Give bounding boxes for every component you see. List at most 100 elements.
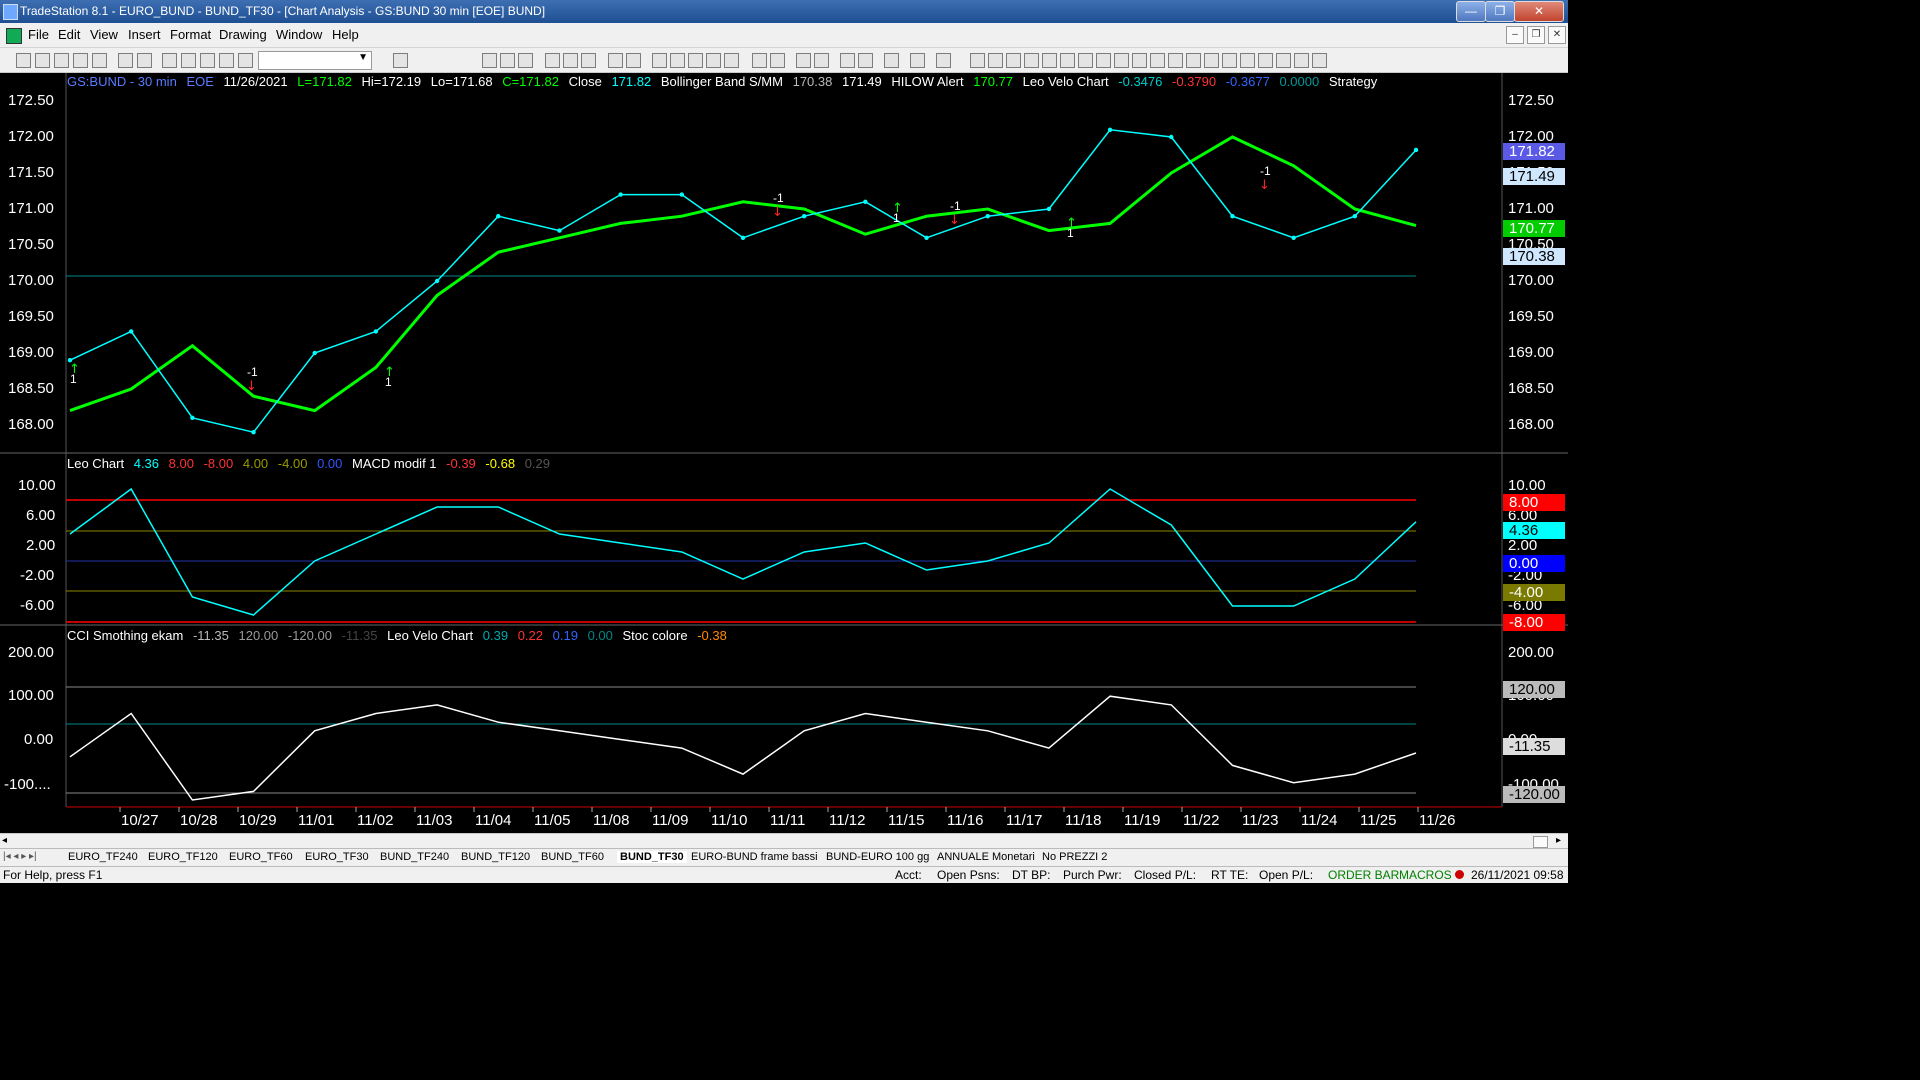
tab-nav-icons[interactable]: |◂ ◂ ▸ ▸| — [3, 851, 37, 862]
pointer-icon[interactable] — [840, 53, 855, 68]
gann-icon[interactable] — [1042, 53, 1057, 68]
minimize-button[interactable]: — — [1456, 1, 1486, 22]
pencil-icon[interactable] — [1204, 53, 1219, 68]
scanner-icon[interactable] — [545, 53, 560, 68]
open-icon[interactable] — [35, 53, 50, 68]
link-icon[interactable] — [219, 53, 234, 68]
save-icon[interactable] — [54, 53, 69, 68]
tab-euro-tf30[interactable]: EURO_TF30 — [305, 851, 369, 863]
tab-bund-tf120[interactable]: BUND_TF120 — [461, 851, 530, 863]
tab-euro-tf60[interactable]: EURO_TF60 — [229, 851, 293, 863]
line-chart-icon[interactable] — [706, 53, 721, 68]
new-icon[interactable] — [16, 53, 31, 68]
tab-euro-tf120[interactable]: EURO_TF120 — [148, 851, 218, 863]
x-tick: 11/19 — [1124, 812, 1161, 829]
arrow-icon[interactable] — [1150, 53, 1165, 68]
menu-help[interactable]: Help — [332, 27, 359, 42]
folder-icon[interactable] — [92, 53, 107, 68]
binoculars-icon[interactable] — [393, 53, 408, 68]
chart-analysis-icon[interactable] — [482, 53, 497, 68]
alert-icon[interactable] — [626, 53, 641, 68]
ellipse-icon[interactable] — [1276, 53, 1291, 68]
zoom-in-icon[interactable] — [796, 53, 811, 68]
matrix-icon[interactable] — [518, 53, 533, 68]
tab-euro-tf240[interactable]: EURO_TF240 — [68, 851, 138, 863]
tab-euro-bund-frame[interactable]: EURO-BUND frame bassi — [691, 851, 818, 863]
format-icon[interactable] — [936, 53, 951, 68]
menu-insert[interactable]: Insert — [128, 27, 161, 42]
speed-lines-icon[interactable] — [1078, 53, 1093, 68]
menu-view[interactable]: View — [90, 27, 118, 42]
scroll-right-icon[interactable]: ▸ — [1556, 835, 1561, 846]
fibonacci-icon[interactable] — [1024, 53, 1039, 68]
candles-icon[interactable] — [688, 53, 703, 68]
andrews-icon[interactable] — [1060, 53, 1075, 68]
print-icon[interactable] — [118, 53, 133, 68]
menu-drawing[interactable]: Drawing — [219, 27, 267, 42]
text-icon[interactable] — [1312, 53, 1327, 68]
radar-icon[interactable] — [500, 53, 515, 68]
lock-icon[interactable] — [200, 53, 215, 68]
cycle-icon[interactable] — [1168, 53, 1183, 68]
mdi-minimize-button[interactable]: – — [1506, 26, 1524, 44]
chart-canvas[interactable]: 1↑1↑1↑1↑-1↓-1↓ -1↓-1↓ — [0, 73, 1568, 833]
options-icon[interactable] — [581, 53, 596, 68]
x-tick: 11/24 — [1301, 812, 1338, 829]
angle-icon[interactable] — [1132, 53, 1147, 68]
tab-bund-tf240[interactable]: BUND_TF240 — [380, 851, 449, 863]
data-window-icon[interactable] — [910, 53, 925, 68]
hilow-value: 170.77 — [973, 74, 1014, 89]
order-bar-button[interactable]: ORDER BAR — [1328, 868, 1399, 882]
mdi-restore-button[interactable]: ❐ — [1527, 26, 1545, 44]
arc-icon[interactable] — [1186, 53, 1201, 68]
close-button[interactable]: ✕ — [1514, 1, 1564, 22]
menu-window[interactable]: Window — [276, 27, 322, 42]
scroll-left-icon[interactable]: ◂ — [2, 835, 7, 846]
leo-v4: 4.00 — [242, 456, 269, 471]
macros-button[interactable]: MACROS — [1399, 868, 1452, 882]
space-icon[interactable] — [752, 53, 767, 68]
close-series-point — [1352, 214, 1358, 219]
chart-doc-icon[interactable] — [6, 28, 22, 44]
up-arrow-icon[interactable] — [1222, 53, 1237, 68]
menu-edit[interactable]: Edit — [58, 27, 80, 42]
vertical-line-icon[interactable] — [988, 53, 1003, 68]
tile-icon[interactable] — [181, 53, 196, 68]
symbol-combo[interactable]: ▼ — [258, 51, 372, 70]
copy-icon[interactable] — [73, 53, 88, 68]
volume-icon[interactable] — [724, 53, 739, 68]
tab-annuale-monetari[interactable]: ANNUALE Monetari — [937, 851, 1035, 863]
compress-icon[interactable] — [770, 53, 785, 68]
horizontal-line-icon[interactable] — [1006, 53, 1021, 68]
menu-format[interactable]: Format — [170, 27, 211, 42]
regression-icon[interactable] — [1114, 53, 1129, 68]
up-arrow-red-icon[interactable] — [1258, 53, 1273, 68]
tools-icon[interactable] — [884, 53, 899, 68]
print-preview-icon[interactable] — [137, 53, 152, 68]
rectangle-icon[interactable] — [1294, 53, 1309, 68]
leo-chart-label: Leo Chart — [67, 456, 125, 471]
tab-bund-euro-100[interactable]: BUND-EURO 100 gg — [826, 851, 929, 863]
tab-bund-tf60[interactable]: BUND_TF60 — [541, 851, 604, 863]
chart-area[interactable]: 1 ↑ 1 ↑ 1 ↑ 1 ↑ -1 ↓ -1 ↓ -1 ↓ -1 ↓ GS:BUND - 30 min EO… — [0, 73, 1568, 833]
bars-icon[interactable] — [670, 53, 685, 68]
menu-file[interactable]: File — [28, 27, 49, 42]
window-icon[interactable] — [162, 53, 177, 68]
scroll-thumb[interactable] — [1533, 836, 1548, 848]
channel-icon[interactable] — [1096, 53, 1111, 68]
mdi-close-button[interactable]: ✕ — [1548, 26, 1566, 44]
tab-no-prezzi-2[interactable]: No PREZZI 2 — [1042, 851, 1107, 863]
trendline-icon[interactable] — [970, 53, 985, 68]
horizontal-scrollbar[interactable]: ◂ ▸ — [0, 833, 1568, 849]
tab-bund-tf30[interactable]: BUND_TF30 — [617, 851, 687, 863]
sell-arrow-icon: ↓ — [246, 379, 257, 394]
strategy-icon[interactable] — [608, 53, 623, 68]
calculator-icon[interactable] — [652, 53, 667, 68]
maximize-button[interactable]: ❐ — [1485, 1, 1515, 22]
down-arrow-icon[interactable] — [1240, 53, 1255, 68]
zoom-out-icon[interactable] — [814, 53, 829, 68]
globe-icon[interactable] — [238, 53, 253, 68]
crosshair-icon[interactable] — [858, 53, 873, 68]
hotlist-icon[interactable] — [563, 53, 578, 68]
x-tick: 11/03 — [416, 812, 453, 829]
